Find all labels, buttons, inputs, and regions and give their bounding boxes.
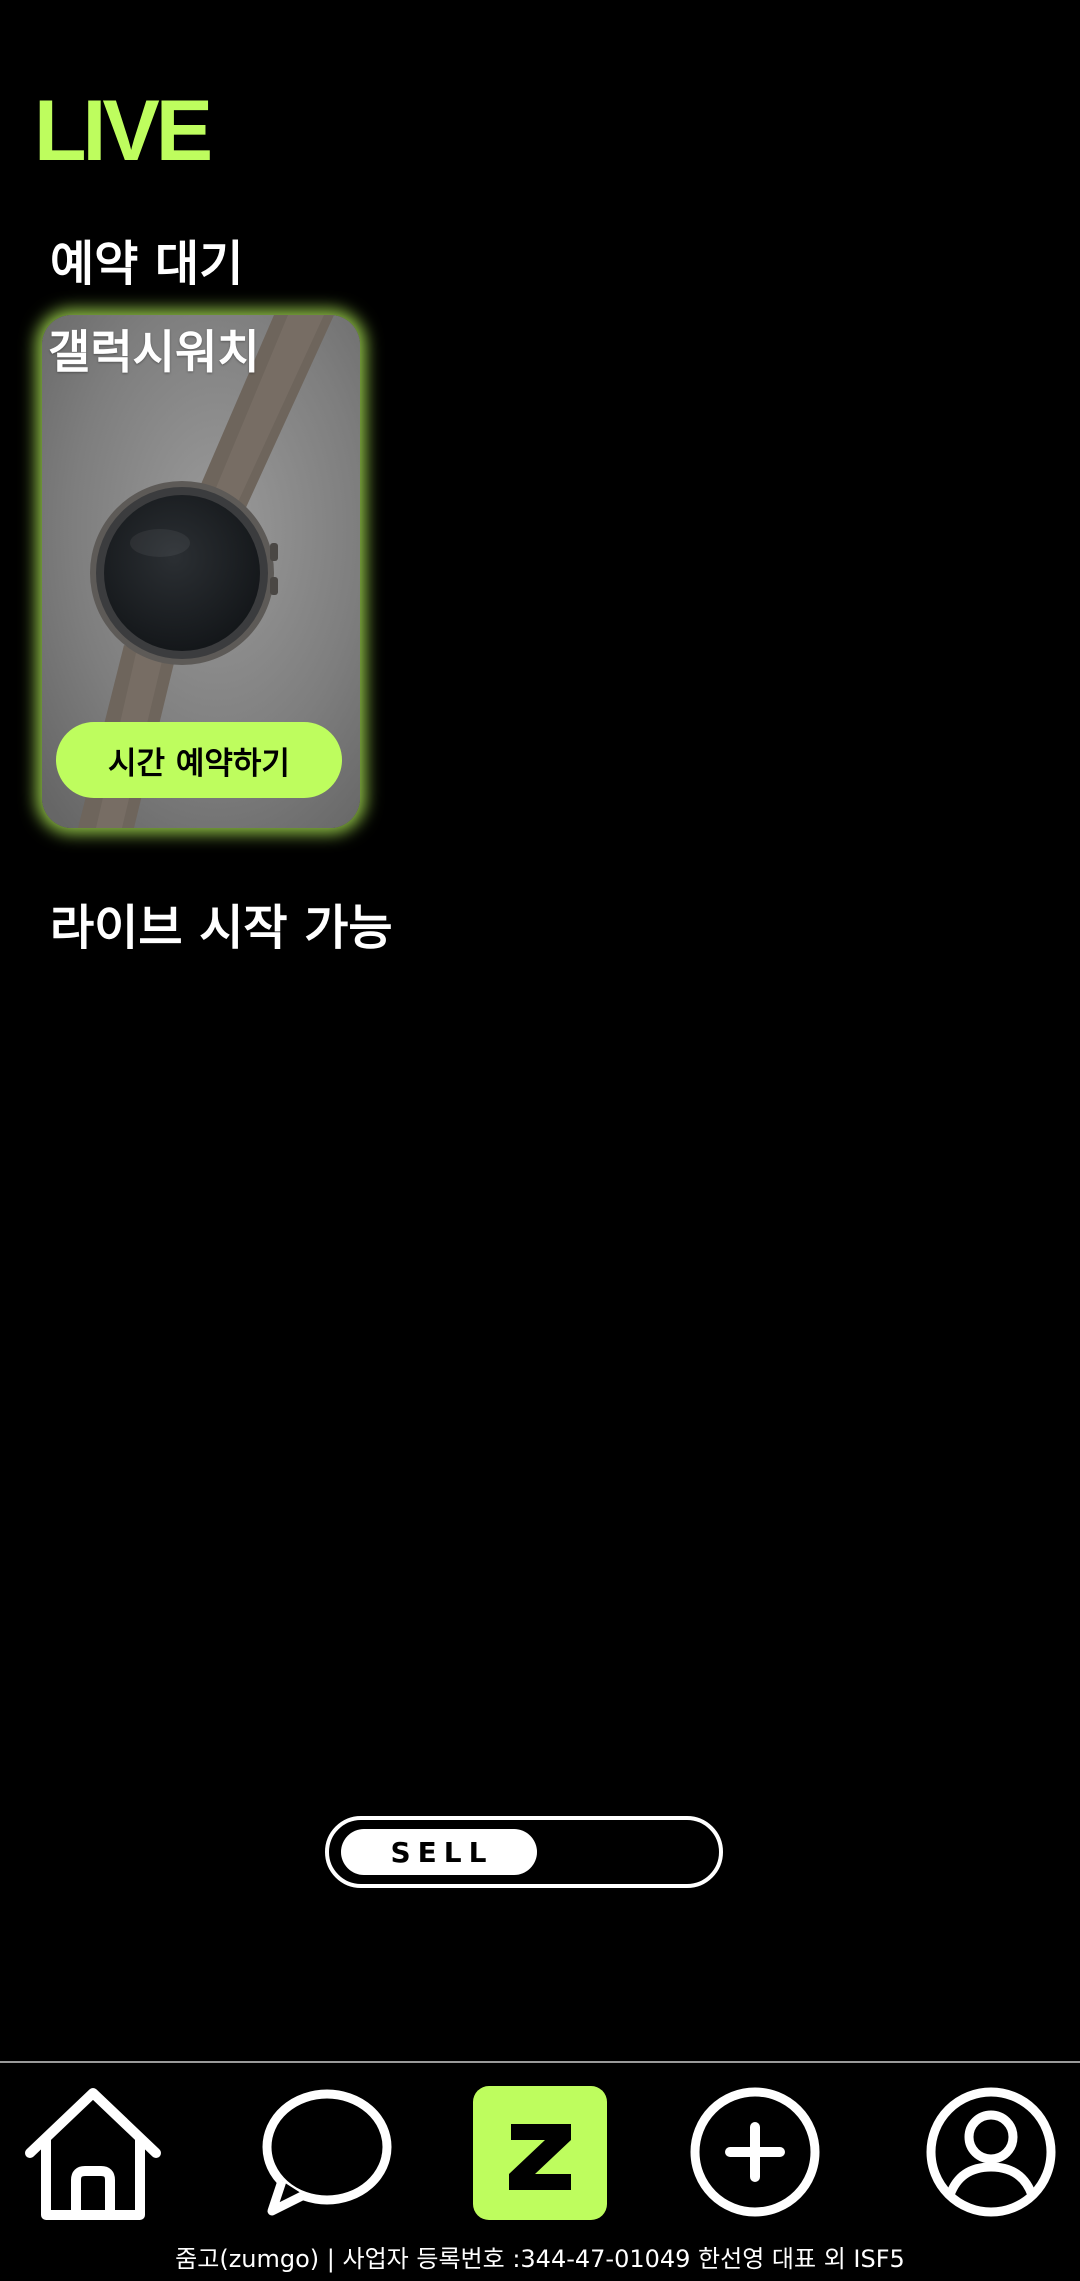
home-icon[interactable] bbox=[20, 2085, 166, 2225]
reserved-item-title: 갤럭시워치 bbox=[48, 325, 260, 379]
chat-bubble-icon[interactable] bbox=[260, 2085, 394, 2219]
live-logo: LIVE bbox=[34, 83, 213, 179]
plus-circle-icon[interactable] bbox=[688, 2085, 822, 2219]
schedule-time-button[interactable]: 시간 예약하기 bbox=[56, 722, 342, 798]
user-profile-icon[interactable] bbox=[924, 2085, 1058, 2219]
sell-toggle-knob: SELL bbox=[341, 1829, 537, 1875]
footer-business-info: 줌고(zumgo) | 사업자 등록번호 :344-47-01049 한선영 대… bbox=[175, 2245, 905, 2273]
z-logo-icon bbox=[509, 2124, 571, 2190]
z-home-button[interactable] bbox=[473, 2086, 607, 2220]
live-ready-section-title: 라이브 시작 가능 bbox=[50, 900, 393, 956]
reserved-item-card[interactable]: 갤럭시워치 시간 예약하기 bbox=[42, 315, 360, 828]
bottom-nav-divider bbox=[0, 2061, 1080, 2063]
sell-mode-toggle[interactable]: SELL bbox=[325, 1816, 723, 1888]
reserved-section-title: 예약 대기 bbox=[50, 236, 244, 292]
